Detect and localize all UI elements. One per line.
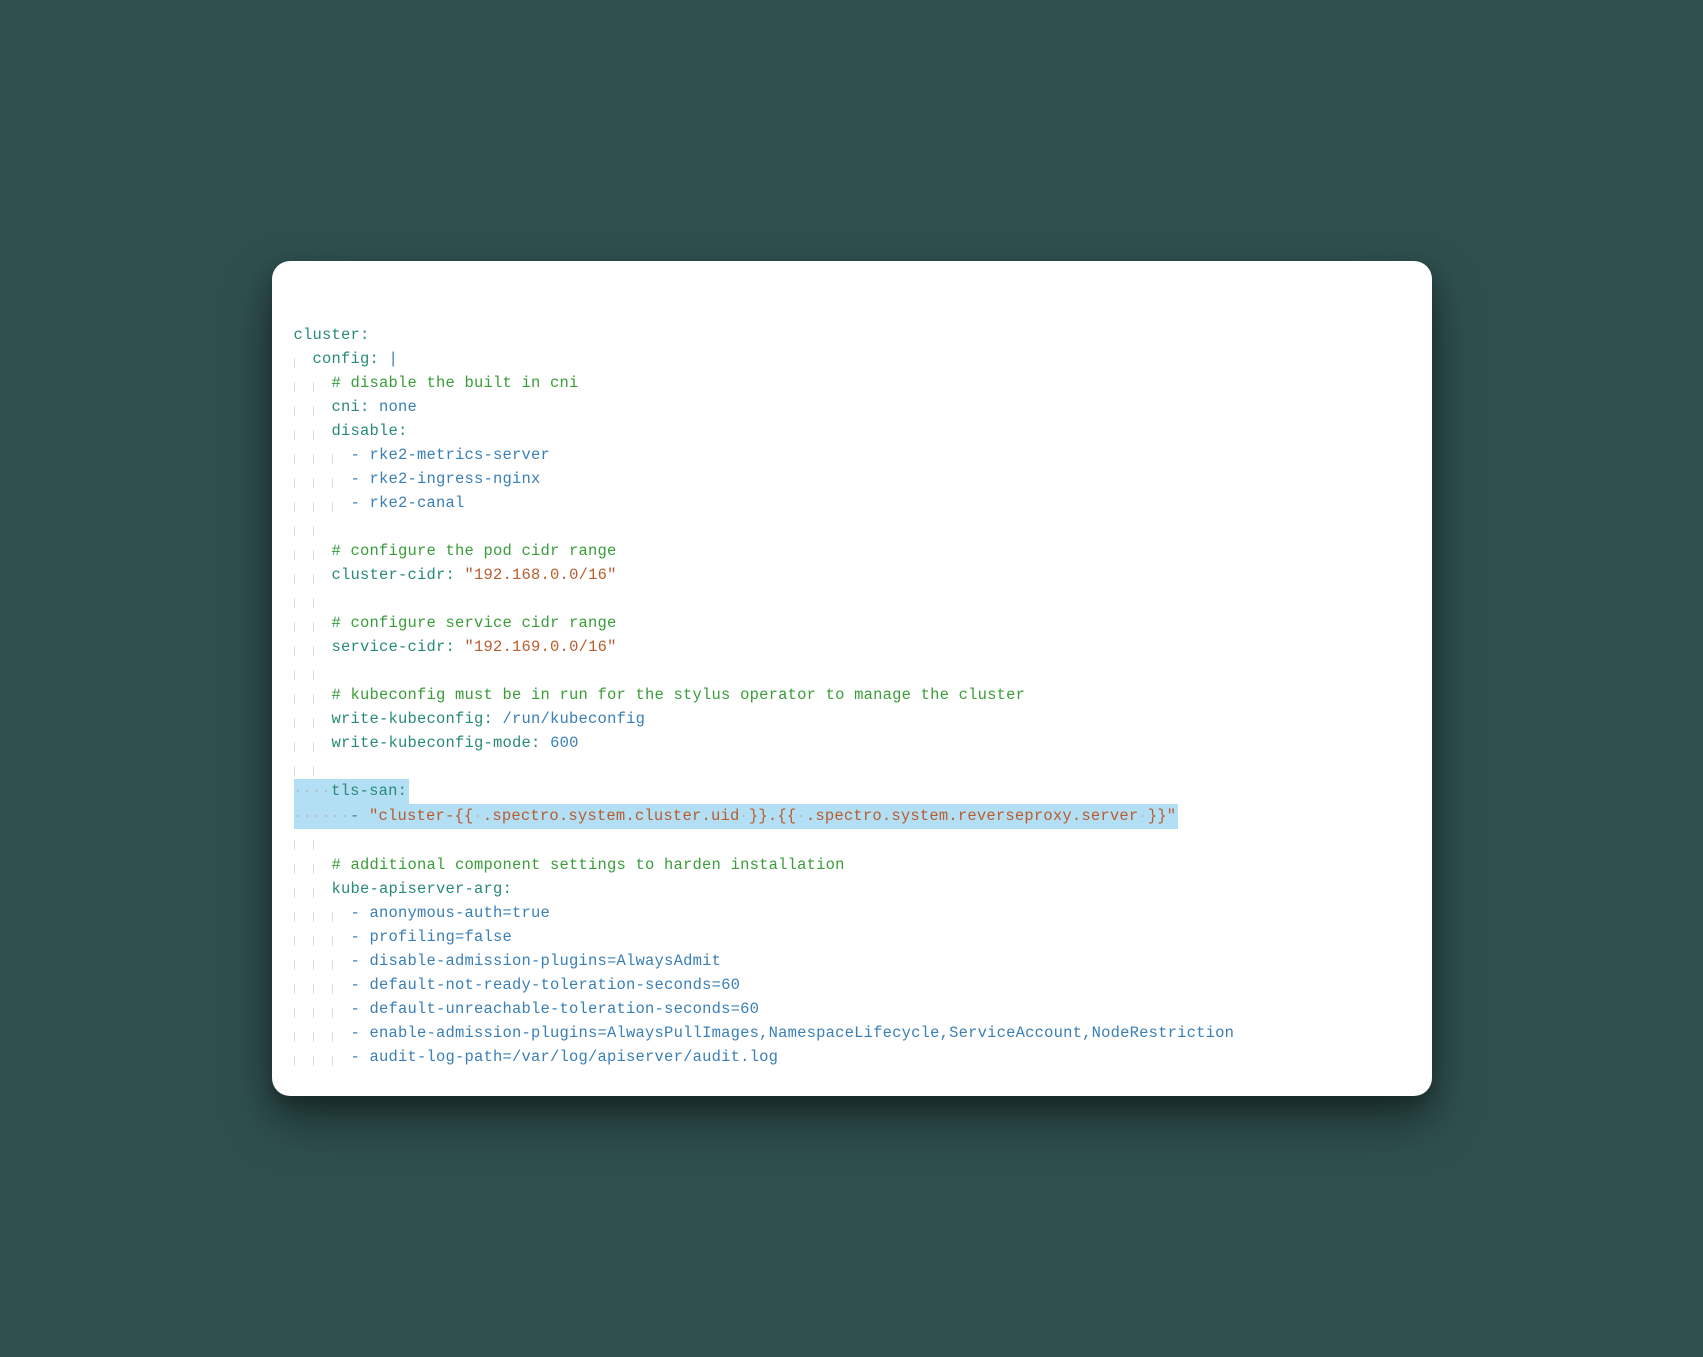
code-line[interactable]: # configure the pod cidr range: [294, 539, 1432, 563]
code-line[interactable]: - profiling=false: [294, 925, 1432, 949]
yaml-key: cni: [332, 398, 361, 416]
yaml-list-value: anonymous-auth=true: [370, 904, 551, 922]
code-line[interactable]: [294, 587, 1432, 611]
yaml-list-value: default-unreachable-toleration-seconds=6…: [370, 1000, 760, 1018]
yaml-key: tls-san: [331, 782, 398, 800]
code-line[interactable]: [294, 515, 1432, 539]
code-line[interactable]: kube-apiserver-arg:: [294, 877, 1432, 901]
code-area[interactable]: cluster:config: | # disable the built in …: [272, 261, 1432, 1096]
yaml-key: cluster-cidr: [332, 566, 446, 584]
yaml-key: cluster: [294, 326, 361, 344]
yaml-key: disable: [332, 422, 399, 440]
yaml-string: "192.168.0.0/16": [465, 566, 617, 584]
code-line[interactable]: ······- "cluster-{{·.spectro.system.clus…: [294, 804, 1432, 829]
yaml-list-value: audit-log-path=/var/log/apiserver/audit.…: [370, 1048, 779, 1066]
code-line[interactable]: [294, 755, 1432, 779]
code-line[interactable]: - audit-log-path=/var/log/apiserver/audi…: [294, 1045, 1432, 1069]
code-line[interactable]: [294, 829, 1432, 853]
code-line[interactable]: - rke2-metrics-server: [294, 443, 1432, 467]
code-line[interactable]: ····tls-san:: [294, 779, 1432, 804]
yaml-key: kube-apiserver-arg: [332, 880, 503, 898]
yaml-list-value: rke2-ingress-nginx: [370, 470, 541, 488]
yaml-list-value: rke2-metrics-server: [370, 446, 551, 464]
yaml-key: service-cidr: [332, 638, 446, 656]
code-line[interactable]: cni: none: [294, 395, 1432, 419]
code-line[interactable]: # additional component settings to harde…: [294, 853, 1432, 877]
code-line[interactable]: config: |: [294, 347, 1432, 371]
yaml-key: write-kubeconfig: [332, 710, 484, 728]
yaml-list-value: enable-admission-plugins=AlwaysPullImage…: [370, 1024, 1235, 1042]
yaml-key: config: [313, 350, 370, 368]
yaml-key: write-kubeconfig-mode: [332, 734, 532, 752]
code-line[interactable]: disable:: [294, 419, 1432, 443]
tls-san-value: cluster-: [378, 807, 454, 825]
yaml-list-value: default-not-ready-toleration-seconds=60: [370, 976, 741, 994]
yaml-list-value: disable-admission-plugins=AlwaysAdmit: [370, 952, 722, 970]
code-line[interactable]: - rke2-canal: [294, 491, 1432, 515]
yaml-string: "192.169.0.0/16": [465, 638, 617, 656]
code-line[interactable]: - default-not-ready-toleration-seconds=6…: [294, 973, 1432, 997]
code-line[interactable]: - rke2-ingress-nginx: [294, 467, 1432, 491]
yaml-value: none: [379, 398, 417, 416]
yaml-list-value: profiling=false: [370, 928, 513, 946]
code-editor-window: cluster:config: | # disable the built in …: [272, 261, 1432, 1096]
yaml-value: 600: [550, 734, 579, 752]
code-line[interactable]: - disable-admission-plugins=AlwaysAdmit: [294, 949, 1432, 973]
yaml-comment: # configure service cidr range: [332, 614, 617, 632]
code-line[interactable]: [294, 659, 1432, 683]
yaml-comment: # disable the built in cni: [332, 374, 579, 392]
yaml-list-value: rke2-canal: [370, 494, 465, 512]
code-line[interactable]: write-kubeconfig: /run/kubeconfig: [294, 707, 1432, 731]
code-line[interactable]: - enable-admission-plugins=AlwaysPullIma…: [294, 1021, 1432, 1045]
code-line[interactable]: - anonymous-auth=true: [294, 901, 1432, 925]
code-line[interactable]: # disable the built in cni: [294, 371, 1432, 395]
code-line[interactable]: cluster:: [294, 323, 1432, 347]
yaml-comment: # additional component settings to harde…: [332, 856, 845, 874]
code-line[interactable]: write-kubeconfig-mode: 600: [294, 731, 1432, 755]
yaml-comment: # kubeconfig must be in run for the styl…: [332, 686, 1026, 704]
code-line[interactable]: - default-unreachable-toleration-seconds…: [294, 997, 1432, 1021]
yaml-value: /run/kubeconfig: [503, 710, 646, 728]
code-line[interactable]: # configure service cidr range: [294, 611, 1432, 635]
code-line[interactable]: # kubeconfig must be in run for the styl…: [294, 683, 1432, 707]
code-line[interactable]: service-cidr: "192.169.0.0/16": [294, 635, 1432, 659]
yaml-comment: # configure the pod cidr range: [332, 542, 617, 560]
code-line[interactable]: cluster-cidr: "192.168.0.0/16": [294, 563, 1432, 587]
